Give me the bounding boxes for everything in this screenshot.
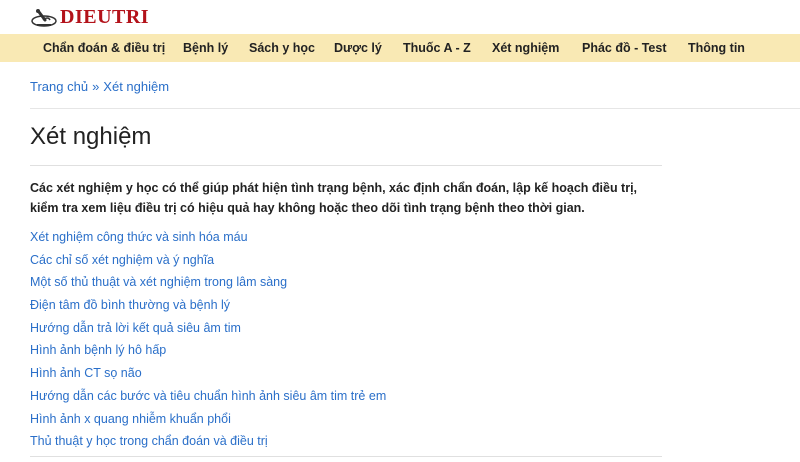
list-item: Một số thủ thuật và xét nghiệm trong lâm… [30, 271, 386, 294]
microscope-icon [30, 8, 58, 28]
article-link[interactable]: Hướng dẫn các bước và tiêu chuẩn hình ản… [30, 389, 386, 403]
main-nav: Chẩn đoán & điều trị Bệnh lý Sách y học … [0, 34, 800, 62]
article-link[interactable]: Hướng dẫn trả lời kết quả siêu âm tim [30, 321, 241, 335]
article-link[interactable]: Điện tâm đồ bình thường và bệnh lý [30, 298, 230, 312]
list-item: Hướng dẫn các bước và tiêu chuẩn hình ản… [30, 385, 386, 408]
nav-item-sach-y-hoc[interactable]: Sách y học [249, 34, 315, 62]
breadcrumb-separator: » [92, 79, 100, 94]
top-bar: DIEUTRI [0, 0, 800, 34]
nav-item-benh-ly[interactable]: Bệnh lý [183, 34, 228, 62]
list-item: Hình ảnh CT sọ não [30, 362, 386, 385]
article-link[interactable]: Một số thủ thuật và xét nghiệm trong lâm… [30, 275, 287, 289]
site-logo-text: DIEUTRI [60, 6, 150, 28]
page-title: Xét nghiệm [30, 123, 152, 150]
list-item: Hướng dẫn trả lời kết quả siêu âm tim [30, 317, 386, 340]
breadcrumb-current-link[interactable]: Xét nghiệm [103, 79, 169, 94]
article-link[interactable]: Hình ảnh CT sọ não [30, 366, 142, 380]
list-item: Các chỉ số xét nghiệm và ý nghĩa [30, 249, 386, 272]
breadcrumb: Trang chủ » Xét nghiệm [30, 79, 169, 94]
site-logo[interactable]: DIEUTRI [30, 6, 149, 29]
nav-item-chan-doan[interactable]: Chẩn đoán & điều trị [43, 34, 165, 62]
list-item: Hình ảnh bệnh lý hô hấp [30, 339, 386, 362]
nav-item-duoc-ly[interactable]: Dược lý [334, 34, 382, 62]
list-item: Xét nghiệm công thức và sinh hóa máu [30, 226, 386, 249]
article-link[interactable]: Hình ảnh bệnh lý hô hấp [30, 343, 166, 357]
intro-text: Các xét nghiệm y học có thể giúp phát hi… [30, 181, 638, 215]
article-link[interactable]: Các chỉ số xét nghiệm và ý nghĩa [30, 253, 214, 267]
article-link[interactable]: Hình ảnh x quang nhiễm khuẩn phổi [30, 412, 231, 426]
nav-item-thong-tin[interactable]: Thông tin [688, 34, 745, 62]
article-link[interactable]: Xét nghiệm công thức và sinh hóa máu [30, 230, 248, 244]
list-item: Thủ thuật y học trong chẩn đoán và điều … [30, 430, 386, 453]
nav-item-thuoc-a-z[interactable]: Thuốc A - Z [403, 34, 471, 62]
divider [30, 108, 800, 109]
title-divider [30, 165, 662, 166]
bottom-divider [30, 456, 662, 457]
nav-item-phac-do-test[interactable]: Phác đồ - Test [582, 34, 667, 62]
list-item: Điện tâm đồ bình thường và bệnh lý [30, 294, 386, 317]
nav-item-xet-nghiem[interactable]: Xét nghiệm [492, 34, 559, 62]
breadcrumb-home-link[interactable]: Trang chủ [30, 79, 88, 94]
article-link[interactable]: Thủ thuật y học trong chẩn đoán và điều … [30, 434, 268, 448]
article-link-list: Xét nghiệm công thức và sinh hóa máu Các… [30, 226, 386, 453]
list-item: Hình ảnh x quang nhiễm khuẩn phổi [30, 408, 386, 431]
